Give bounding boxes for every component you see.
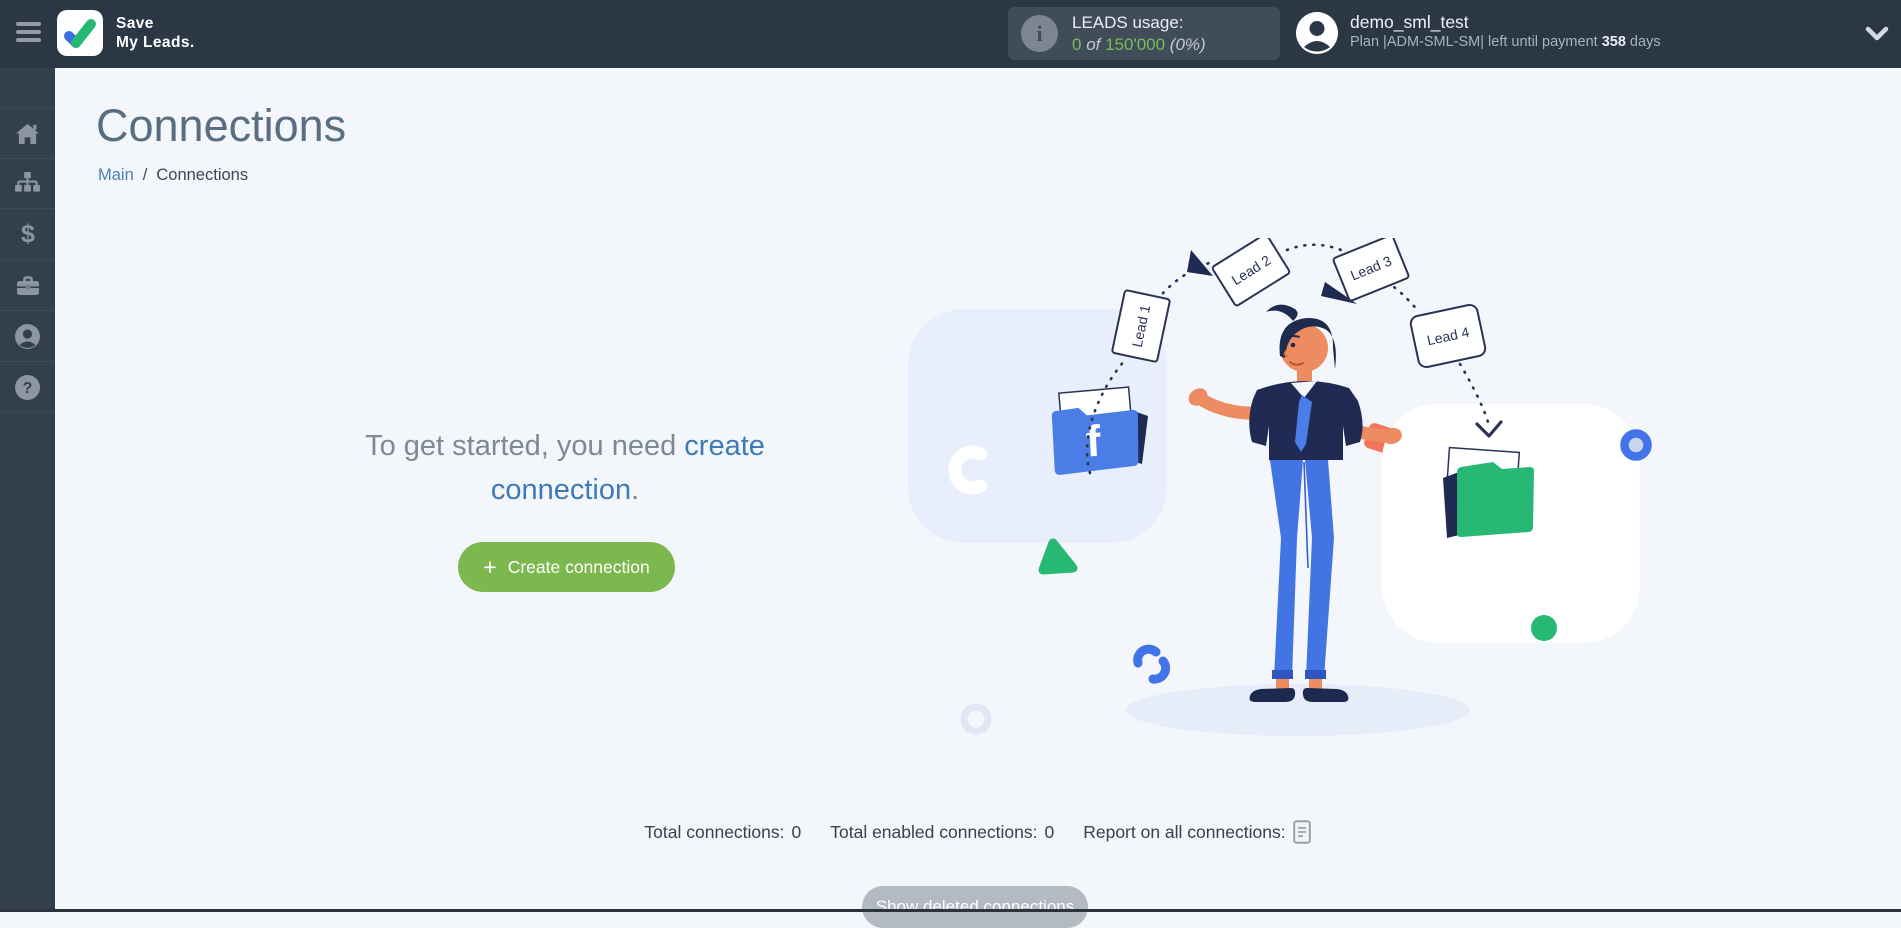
- show-deleted-connections-button[interactable]: Show deleted connections: [862, 886, 1088, 928]
- plus-icon: +: [483, 556, 496, 579]
- svg-text:?: ?: [23, 380, 33, 397]
- create-connection-button[interactable]: + Create connection: [458, 542, 675, 592]
- lead-paper: Lead 4: [1409, 303, 1486, 368]
- enabled-connections-stat: Total enabled connections:0: [830, 822, 1054, 843]
- chevron-down-icon[interactable]: [1862, 25, 1892, 45]
- svg-text:f: f: [1085, 417, 1103, 467]
- breadcrumb-main-link[interactable]: Main: [98, 166, 134, 185]
- breadcrumb-separator: /: [143, 166, 148, 185]
- home-icon: [15, 122, 40, 145]
- briefcase-icon: [15, 274, 41, 297]
- sidebar-item-connections[interactable]: [0, 158, 55, 209]
- sidebar-item-help[interactable]: ?: [0, 362, 55, 413]
- empty-state-text: To get started, you need create connecti…: [315, 424, 815, 512]
- lead-paper: Lead 2: [1212, 238, 1291, 306]
- brand-logo[interactable]: Save My Leads.: [57, 10, 195, 56]
- connections-stats: Total connections:0 Total enabled connec…: [55, 820, 1901, 844]
- breadcrumb: Main / Connections: [98, 166, 248, 185]
- help-icon: ?: [15, 375, 40, 400]
- sidebar-item-services[interactable]: [0, 260, 55, 311]
- brand-checkmark-icon: [57, 10, 103, 56]
- empty-state-illustration: f Lead 1 Lead 2 Lead 3 Lead 4: [905, 238, 1655, 740]
- leads-usage-badge: i LEADS usage: 0 of 150'000 (0%): [1008, 7, 1280, 60]
- squiggle-shape: [1138, 649, 1156, 663]
- report-document-icon[interactable]: [1293, 820, 1312, 844]
- breadcrumb-current: Connections: [156, 166, 248, 185]
- page-title: Connections: [96, 100, 346, 152]
- triangle-shape: [1043, 543, 1073, 570]
- report-stat: Report on all connections:: [1083, 820, 1311, 844]
- total-connections-stat: Total connections:0: [644, 822, 801, 843]
- svg-text:$: $: [21, 221, 35, 247]
- info-icon: i: [1021, 15, 1058, 52]
- ring-shape: [964, 707, 988, 731]
- user-plan: Plan |ADM-SML-SM| left until payment 358…: [1350, 33, 1661, 52]
- dollar-icon: $: [16, 221, 40, 247]
- user-menu[interactable]: demo_sml_test Plan |ADM-SML-SM| left unt…: [1296, 12, 1661, 54]
- person-illustration: [1185, 305, 1404, 702]
- user-circle-icon: [15, 324, 40, 349]
- leads-usage-label: LEADS usage:: [1072, 12, 1206, 34]
- green-dot: [1531, 615, 1557, 641]
- hamburger-menu-icon[interactable]: [16, 22, 42, 44]
- leads-usage-value: 0 of 150'000 (0%): [1072, 34, 1206, 56]
- avatar: [1296, 12, 1338, 54]
- lead-paper: Lead 3: [1333, 238, 1410, 301]
- brand-name: Save My Leads.: [116, 14, 195, 52]
- sidebar-item-account[interactable]: [0, 311, 55, 362]
- user-name: demo_sml_test: [1350, 12, 1661, 33]
- sidebar-item-home[interactable]: [0, 107, 55, 159]
- ground-shadow: [1126, 684, 1470, 736]
- squiggle-shape: [1153, 661, 1166, 679]
- sitemap-icon: [14, 172, 41, 195]
- sidebar-item-billing[interactable]: $: [0, 209, 55, 260]
